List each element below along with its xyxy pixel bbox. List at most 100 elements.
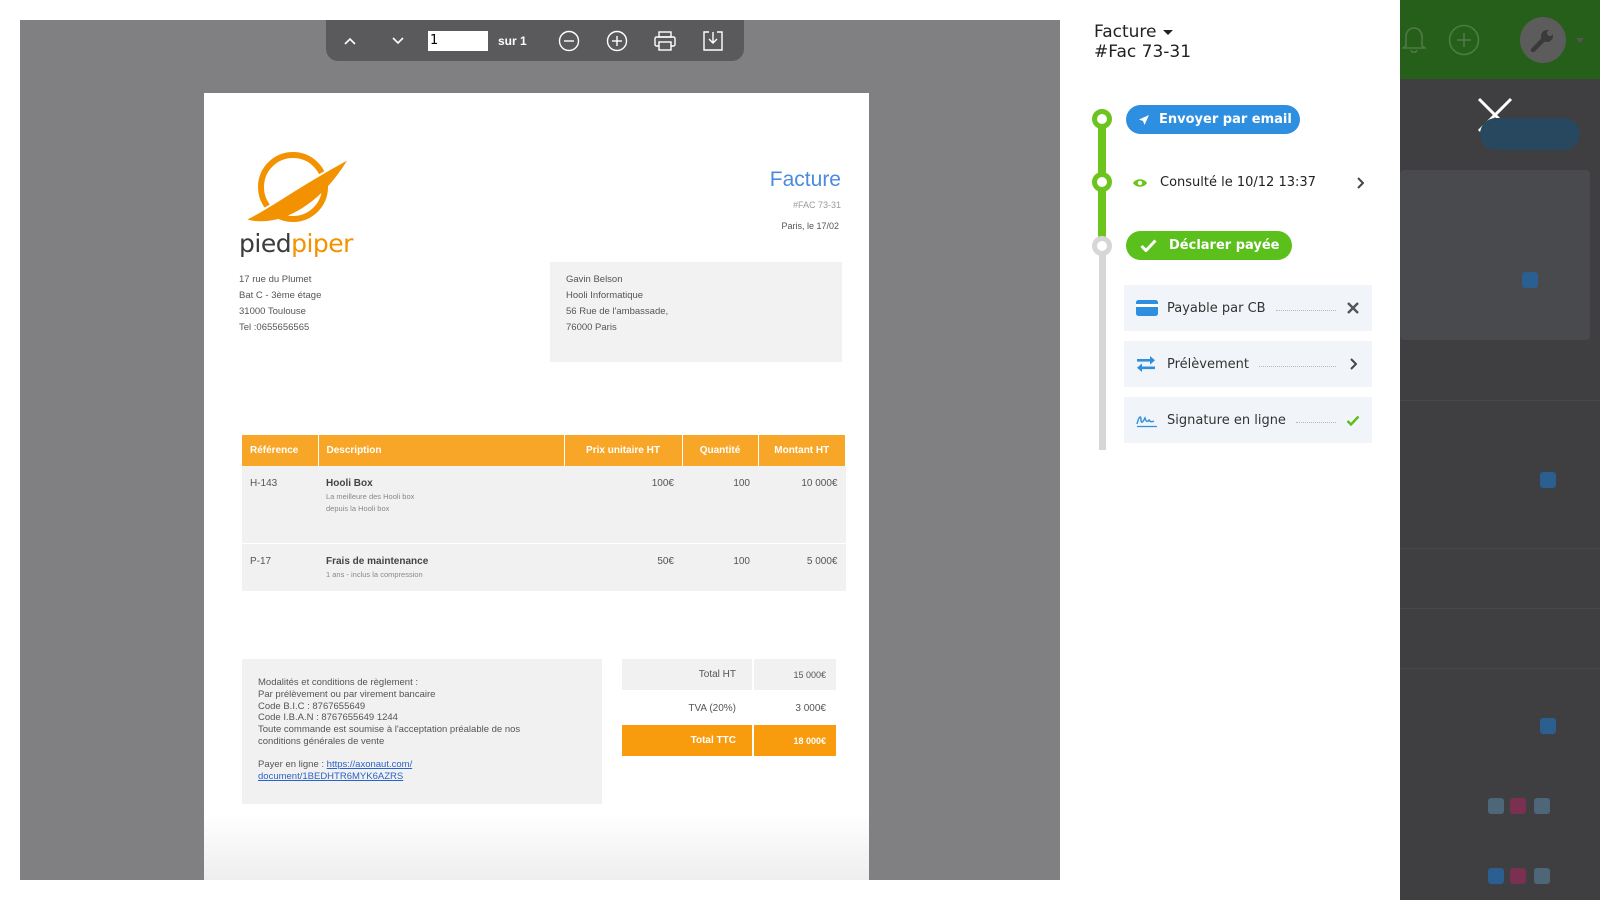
table-row: P-17 Frais de maintenance 1 ans - inclus… — [242, 543, 846, 591]
item-detail: 1 ans - inclus la compression — [326, 569, 556, 581]
viewed-status-row[interactable]: Consulté le 10/12 13:37 — [1132, 175, 1364, 190]
app-top-bar — [1400, 0, 1600, 79]
background-card — [1400, 170, 1590, 340]
pay-online-line: Payer en ligne : https://axonaut.com/ — [258, 759, 586, 771]
tva-value: 3 000€ — [795, 703, 826, 714]
total-ht-value: 15 000€ — [752, 659, 836, 690]
page-count-label: sur 1 — [498, 33, 527, 48]
item-detail-line: 1 ans - inclus la compression — [326, 569, 423, 579]
item-name: Frais de maintenance — [326, 555, 429, 567]
cell-unit-price: 50€ — [564, 543, 682, 591]
chevron-right-icon — [1346, 358, 1360, 370]
total-ttc-label: Total TTC — [622, 725, 752, 756]
declare-paid-label: Déclarer payée — [1169, 238, 1280, 253]
cell-reference: H-143 — [242, 466, 318, 544]
transfer-icon — [1136, 356, 1158, 372]
total-ttc-value: 18 000€ — [752, 725, 836, 756]
sender-line: 17 rue du Plumet — [239, 274, 312, 285]
payment-conditions: Modalités et conditions de règlement : P… — [242, 659, 602, 804]
condition-line: Modalités et conditions de règlement : — [258, 677, 419, 688]
previous-page-button[interactable] — [326, 20, 374, 61]
background-divider — [1400, 548, 1600, 549]
declare-paid-button[interactable]: Déclarer payée — [1126, 231, 1292, 260]
timeline-step-dot — [1092, 236, 1112, 256]
chevron-down-icon — [392, 36, 404, 44]
dotted-leader — [1295, 421, 1336, 423]
background-divider — [1400, 400, 1600, 401]
cell-reference: P-17 — [242, 543, 318, 591]
payment-option-label: Payable par CB — [1167, 300, 1266, 316]
recipient-address: Gavin Belson Hooli Informatique 56 Rue d… — [550, 262, 842, 362]
chevron-up-icon — [344, 37, 356, 45]
invoice-actions-panel: Facture #Fac 73-31 Envoyer par email Con… — [1060, 0, 1400, 900]
sender-line: 31000 Toulouse — [239, 306, 306, 317]
recipient-line: 76000 Paris — [566, 322, 617, 333]
timeline-remaining — [1099, 245, 1106, 450]
zoom-out-button[interactable] — [545, 20, 593, 61]
recipient-line: Gavin Belson — [566, 274, 623, 285]
sender-line: Tel :0655656565 — [239, 322, 310, 333]
total-ht-label: Total HT — [622, 659, 752, 690]
add-icon — [1448, 24, 1480, 56]
item-detail: La meilleure des Hooli box depuis la Hoo… — [326, 491, 556, 515]
total-ht-row: Total HT 15 000€ — [622, 659, 836, 690]
page-number-input[interactable] — [428, 30, 488, 51]
background-checkbox — [1540, 718, 1556, 734]
background-tag — [1510, 868, 1526, 884]
item-detail-line: La meilleure des Hooli box — [326, 492, 415, 501]
payment-option-label: Prélèvement — [1167, 356, 1249, 372]
condition-line: Code B.I.C : 8767655649 — [258, 700, 366, 712]
download-button[interactable] — [689, 20, 737, 61]
recipient-line: Hooli Informatique — [566, 290, 644, 301]
table-row: H-143 Hooli Box La meilleure des Hooli b… — [242, 466, 846, 544]
invoice-date: Paris, le 17/02 — [781, 221, 839, 231]
pdf-viewer: sur 1 piedpiper Facture #FAC 73-31 Paris… — [20, 20, 1060, 880]
send-email-button[interactable]: Envoyer par email — [1126, 105, 1300, 134]
panel-title[interactable]: Facture #Fac 73-31 — [1094, 22, 1191, 62]
payment-option-direct-debit[interactable]: Prélèvement — [1124, 341, 1372, 387]
background-divider — [1400, 668, 1600, 669]
table-header-row: Référence Description Prix unitaire HT Q… — [242, 435, 846, 466]
column-header: Référence — [242, 435, 319, 466]
paper-plane-icon — [1139, 114, 1149, 125]
pay-online-label: Payer en ligne : — [258, 758, 327, 770]
print-button[interactable] — [641, 20, 689, 61]
background-divider — [1400, 608, 1600, 609]
zoom-in-button[interactable] — [593, 20, 641, 61]
dotted-leader — [1258, 365, 1336, 367]
column-header: Quantité — [682, 435, 759, 466]
brand-part-1: pied — [239, 229, 292, 258]
credit-card-icon — [1136, 300, 1158, 316]
background-tag — [1534, 798, 1550, 814]
print-icon — [653, 30, 676, 51]
zoom-in-icon — [606, 30, 627, 51]
timeline-step-dot — [1092, 172, 1112, 192]
column-header: Prix unitaire HT — [564, 435, 683, 466]
caret-down-icon — [1162, 29, 1173, 35]
invoice-number: #FAC 73-31 — [792, 200, 841, 210]
cell-amount: 5 000€ — [758, 543, 846, 591]
dotted-leader — [1275, 309, 1336, 311]
payment-option-signature[interactable]: Signature en ligne — [1124, 397, 1372, 443]
condition-line: conditions générales de vente — [258, 735, 385, 747]
total-ttc-row: Total TTC 18 000€ — [622, 725, 836, 756]
send-email-label: Envoyer par email — [1159, 112, 1292, 127]
next-page-button[interactable] — [374, 20, 422, 61]
bell-icon — [1402, 27, 1426, 54]
invoice-title: Facture — [769, 168, 841, 191]
condition-line: Toute commande est soumise à l'acceptati… — [258, 724, 521, 736]
payment-option-card[interactable]: Payable par CB — [1124, 285, 1372, 331]
close-icon[interactable] — [1346, 302, 1360, 314]
cell-description: Frais de maintenance 1 ans - inclus la c… — [318, 543, 564, 591]
pay-online-link-continued[interactable]: document/1BEDHTR6MYK6AZRS — [258, 771, 586, 783]
pay-online-link[interactable]: https://axonaut.com/ — [327, 759, 413, 770]
item-name: Hooli Box — [326, 478, 373, 489]
condition-line: Par prélèvement ou par virement bancaire — [258, 688, 436, 700]
signature-icon — [1136, 412, 1158, 428]
background-checkbox — [1540, 472, 1556, 488]
payment-option-label: Signature en ligne — [1167, 412, 1286, 428]
item-detail-line: depuis la Hooli box — [326, 504, 390, 513]
brand-wordmark: piedpiper — [239, 229, 353, 258]
totals-block: Total HT 15 000€ TVA (20%) 3 000€ Total … — [622, 659, 836, 756]
column-header: Description — [318, 435, 565, 466]
